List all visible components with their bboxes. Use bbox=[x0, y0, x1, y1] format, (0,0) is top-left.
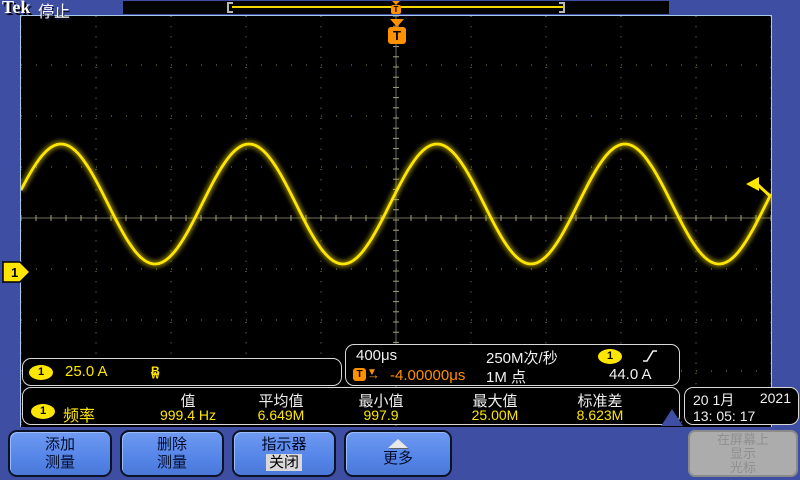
menu-pointer-icon bbox=[661, 409, 683, 426]
button-selected-option: 关闭 bbox=[266, 454, 302, 471]
show-cursor-on-screen-button[interactable]: 在屏幕上 显示 光标 bbox=[688, 430, 798, 477]
button-label: 显示 bbox=[690, 447, 796, 461]
delete-measurement-button[interactable]: 删除 测量 bbox=[120, 430, 224, 477]
measurement-name: 频率 bbox=[63, 402, 95, 426]
horizontal-trigger-readout: 400μs 250M次/秒 1 T →▼ -4.00000μs 1M 点 44.… bbox=[345, 344, 680, 386]
left-bezel bbox=[0, 15, 20, 427]
measurement-col-min: 最小值 997.9 bbox=[326, 388, 436, 426]
trigger-position-value: -4.00000μs bbox=[390, 367, 465, 384]
datetime-readout: 20 1月 2021 13: 05: 17 bbox=[684, 387, 799, 425]
trigger-t-icon: T bbox=[353, 368, 366, 381]
softkey-menu-bar: 添加 测量 删除 测量 指示器 关闭 更多 在屏幕上 显示 光标 bbox=[0, 427, 800, 480]
trigger-record-position-icon: T bbox=[391, 5, 401, 14]
col-value: 997.9 bbox=[326, 407, 436, 423]
button-label: 测量 bbox=[122, 454, 222, 472]
channel1-badge: 1 bbox=[29, 365, 53, 380]
add-measurement-button[interactable]: 添加 测量 bbox=[8, 430, 112, 477]
chevron-up-icon bbox=[388, 439, 408, 448]
button-label: 光标 bbox=[690, 461, 796, 475]
date-value: 20 1月 bbox=[693, 390, 734, 410]
trigger-level-marker[interactable] bbox=[745, 174, 772, 198]
channel1-scale: 25.0 A bbox=[65, 363, 108, 380]
time-value: 13: 05: 17 bbox=[693, 408, 755, 424]
button-label: 更多 bbox=[346, 450, 450, 468]
year-value: 2021 bbox=[760, 390, 791, 406]
right-bezel bbox=[772, 15, 800, 427]
trigger-level-value: 44.0 A bbox=[609, 366, 652, 383]
measurement-col-max: 最大值 25.00M bbox=[440, 388, 550, 426]
more-button[interactable]: 更多 bbox=[344, 430, 452, 477]
col-value: 25.00M bbox=[440, 407, 550, 423]
channel1-readout[interactable]: 1 25.0 A BW bbox=[22, 358, 342, 386]
trigger-flag-label: T bbox=[393, 28, 401, 43]
trigger-source-badge: 1 bbox=[598, 349, 622, 364]
channel1-ground-marker[interactable]: 1 bbox=[2, 260, 32, 284]
channel1-marker-label: 1 bbox=[11, 265, 18, 280]
sample-rate: 250M次/秒 bbox=[486, 347, 558, 368]
window-right-bracket-icon bbox=[559, 2, 565, 13]
button-label: 指示器 bbox=[234, 436, 334, 454]
timebase-scale: 400μs bbox=[356, 347, 397, 364]
col-value: 6.649M bbox=[226, 407, 336, 423]
tek-logo: Tek bbox=[2, 0, 30, 18]
top-status-bar: Tek 停止 T bbox=[0, 0, 800, 15]
measurement-source-badge: 1 bbox=[31, 404, 55, 419]
record-length: 1M 点 bbox=[486, 366, 526, 387]
col-value: 8.623M bbox=[545, 407, 655, 423]
measurement-col-mean: 平均值 6.649M bbox=[226, 388, 336, 426]
measurement-col-stddev: 标准差 8.623M bbox=[545, 388, 655, 426]
button-label: 测量 bbox=[10, 454, 110, 472]
bandwidth-limit-icon: BW bbox=[151, 364, 160, 380]
trigger-flag-arrow-icon bbox=[390, 19, 404, 27]
acquisition-run-status: 停止 bbox=[38, 0, 70, 22]
rising-edge-icon bbox=[642, 348, 658, 364]
window-left-bracket-icon bbox=[227, 2, 233, 13]
record-overview-bar: T bbox=[123, 1, 669, 14]
button-label: 添加 bbox=[10, 436, 110, 454]
button-label: 在屏幕上 bbox=[690, 433, 796, 447]
indicator-off-button[interactable]: 指示器 关闭 bbox=[232, 430, 336, 477]
measurement-bar: 1 频率 值 999.4 Hz 平均值 6.649M 最小值 997.9 最大值… bbox=[22, 387, 680, 425]
button-label: 删除 bbox=[122, 436, 222, 454]
trigger-position-flag[interactable]: T bbox=[388, 19, 406, 44]
